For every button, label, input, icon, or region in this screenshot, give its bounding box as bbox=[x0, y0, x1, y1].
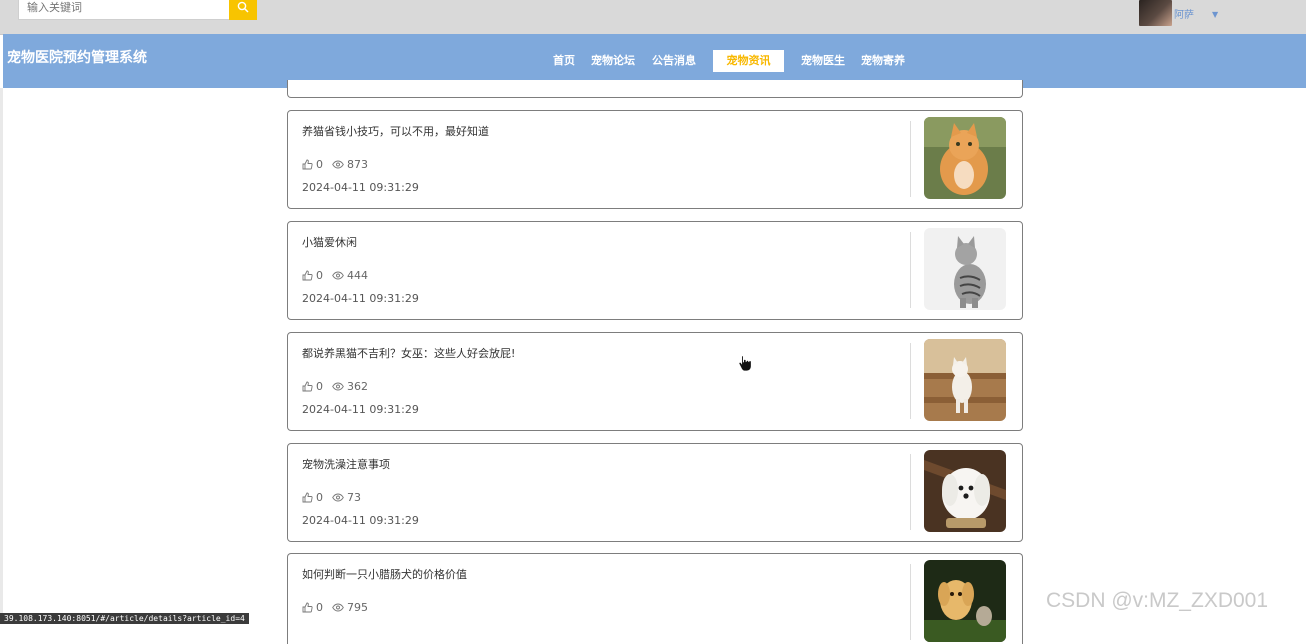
eye-icon bbox=[332, 493, 344, 502]
like-count-value: 0 bbox=[316, 158, 323, 171]
article-stats: 0 362 bbox=[302, 380, 377, 393]
article-title[interactable]: 如何判断一只小腊肠犬的价格价值 bbox=[302, 566, 467, 582]
nav-item-doctors[interactable]: 宠物医生 bbox=[801, 50, 845, 72]
like-count[interactable]: 0 bbox=[302, 491, 323, 504]
view-count-value: 873 bbox=[347, 158, 368, 171]
article-title[interactable]: 宠物洗澡注意事项 bbox=[302, 456, 390, 472]
article-stats: 0 444 bbox=[302, 269, 377, 282]
article-date: 2024-04-11 09:31:29 bbox=[302, 292, 419, 305]
article-stats: 0 795 bbox=[302, 601, 377, 614]
like-count-value: 0 bbox=[316, 380, 323, 393]
puppy-and-kitten-photo[interactable] bbox=[924, 560, 1006, 642]
view-count: 73 bbox=[332, 491, 361, 504]
thumbs-up-icon bbox=[302, 602, 313, 613]
watermark: CSDN @v:MZ_ZXD001 bbox=[1046, 589, 1269, 612]
search-input[interactable] bbox=[18, 0, 229, 20]
username[interactable]: 阿萨 bbox=[1174, 6, 1194, 21]
list-item-partial[interactable] bbox=[287, 80, 1023, 98]
main-nav: 首页 宠物论坛 公告消息 宠物资讯 宠物医生 宠物寄养 bbox=[3, 50, 1306, 72]
like-count[interactable]: 0 bbox=[302, 601, 323, 614]
nav-item-forum[interactable]: 宠物论坛 bbox=[591, 50, 635, 72]
article-stats: 0 73 bbox=[302, 491, 370, 504]
like-count-value: 0 bbox=[316, 601, 323, 614]
article-card[interactable]: 小猫爱休闲 0 444 2024-04-11 09:31:29 bbox=[287, 221, 1023, 320]
status-bar-url: 39.108.173.140:8051/#/article/details?ar… bbox=[0, 613, 249, 624]
like-count[interactable]: 0 bbox=[302, 269, 323, 282]
article-card[interactable]: 宠物洗澡注意事项 0 73 2024-04-11 09:31:29 bbox=[287, 443, 1023, 542]
view-count-value: 444 bbox=[347, 269, 368, 282]
like-count[interactable]: 0 bbox=[302, 380, 323, 393]
article-title[interactable]: 养猫省钱小技巧，可以不用，最好知道 bbox=[302, 123, 489, 139]
article-card[interactable]: 养猫省钱小技巧，可以不用，最好知道 0 873 2024-04-11 09:31… bbox=[287, 110, 1023, 209]
orange-cat-photo[interactable] bbox=[924, 117, 1006, 199]
view-count: 873 bbox=[332, 158, 368, 171]
white-puppy-photo[interactable] bbox=[924, 450, 1006, 532]
view-count: 444 bbox=[332, 269, 368, 282]
article-stats: 0 873 bbox=[302, 158, 377, 171]
top-bar: 阿萨 ▼ bbox=[0, 0, 1306, 35]
white-cat-on-stairs-photo[interactable] bbox=[924, 339, 1006, 421]
view-count: 795 bbox=[332, 601, 368, 614]
hand-cursor-icon bbox=[738, 355, 752, 372]
grey-tabby-cat-photo[interactable] bbox=[924, 228, 1006, 310]
article-title[interactable]: 都说养黑猫不吉利？女巫：这些人好会放屁! bbox=[302, 345, 515, 361]
eye-icon bbox=[332, 271, 344, 280]
nav-item-home[interactable]: 首页 bbox=[553, 50, 575, 72]
view-count: 362 bbox=[332, 380, 368, 393]
nav-item-notices[interactable]: 公告消息 bbox=[652, 50, 696, 72]
search-box bbox=[18, 0, 257, 20]
like-count-value: 0 bbox=[316, 491, 323, 504]
eye-icon bbox=[332, 160, 344, 169]
view-count-value: 362 bbox=[347, 380, 368, 393]
thumbs-up-icon bbox=[302, 492, 313, 503]
search-icon bbox=[237, 1, 249, 13]
article-title[interactable]: 小猫爱休闲 bbox=[302, 234, 357, 250]
article-date: 2024-04-11 09:31:29 bbox=[302, 403, 419, 416]
left-edge bbox=[0, 88, 3, 624]
search-button[interactable] bbox=[229, 0, 257, 20]
avatar[interactable] bbox=[1139, 0, 1172, 26]
card-divider bbox=[910, 454, 911, 530]
caret-down-icon[interactable]: ▼ bbox=[1212, 10, 1218, 19]
user-menu[interactable]: 阿萨 ▼ bbox=[1139, 0, 1218, 26]
article-card[interactable]: 都说养黑猫不吉利？女巫：这些人好会放屁! 0 362 2024-04-11 09… bbox=[287, 332, 1023, 431]
view-count-value: 795 bbox=[347, 601, 368, 614]
thumbs-up-icon bbox=[302, 159, 313, 170]
view-count-value: 73 bbox=[347, 491, 361, 504]
nav-item-boarding[interactable]: 宠物寄养 bbox=[861, 50, 905, 72]
thumbs-up-icon bbox=[302, 381, 313, 392]
card-divider bbox=[910, 564, 911, 640]
card-divider bbox=[910, 232, 911, 308]
article-date: 2024-04-11 09:31:29 bbox=[302, 181, 419, 194]
like-count[interactable]: 0 bbox=[302, 158, 323, 171]
article-date: 2024-04-11 09:31:29 bbox=[302, 514, 419, 527]
card-divider bbox=[910, 121, 911, 197]
thumbs-up-icon bbox=[302, 270, 313, 281]
eye-icon bbox=[332, 603, 344, 612]
nav-item-news[interactable]: 宠物资讯 bbox=[713, 50, 784, 72]
card-divider bbox=[910, 343, 911, 419]
like-count-value: 0 bbox=[316, 269, 323, 282]
eye-icon bbox=[332, 382, 344, 391]
article-card[interactable]: 如何判断一只小腊肠犬的价格价值 0 795 bbox=[287, 553, 1023, 644]
